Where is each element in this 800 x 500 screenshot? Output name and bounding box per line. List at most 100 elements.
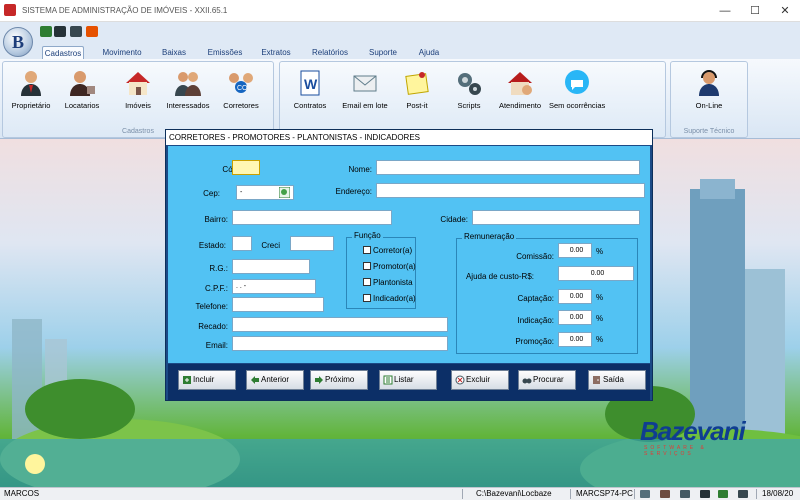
cpf-field[interactable]: . . - bbox=[232, 279, 316, 294]
indicacao-unit: % bbox=[596, 314, 604, 323]
indicacao-field[interactable]: 0.00 bbox=[558, 310, 592, 325]
plantonista-checkbox[interactable]: Plantonista bbox=[363, 278, 413, 287]
tools-icon[interactable] bbox=[680, 490, 690, 498]
sticky-note-icon bbox=[405, 72, 429, 95]
quick-cmd-icon[interactable] bbox=[54, 26, 66, 37]
printer-icon[interactable] bbox=[640, 490, 650, 498]
exit-door-icon bbox=[593, 376, 600, 384]
recado-field[interactable] bbox=[232, 317, 448, 332]
cidade-label: Cidade: bbox=[440, 215, 468, 224]
contratos-button[interactable]: W Contratos bbox=[282, 68, 338, 124]
tab-cadastros[interactable]: Cadastros bbox=[42, 46, 84, 59]
status-user: MARCOS bbox=[4, 489, 40, 498]
dialog-action-bar: Incluir Anterior Próximo Listar Excluir … bbox=[168, 364, 650, 400]
comissao-label: Comissão: bbox=[516, 252, 554, 261]
excel-icon[interactable] bbox=[718, 490, 728, 498]
funcao-legend: Função bbox=[352, 231, 383, 240]
close-button[interactable]: ✕ bbox=[772, 2, 798, 20]
brokers-group-icon: CO bbox=[229, 73, 253, 93]
cidade-field[interactable] bbox=[472, 210, 640, 225]
bairro-field[interactable] bbox=[232, 210, 392, 225]
corretores-button[interactable]: CO Corretores bbox=[213, 68, 269, 124]
delete-icon bbox=[455, 375, 465, 385]
captacao-field[interactable]: 0.00 bbox=[558, 289, 592, 304]
save-icon[interactable] bbox=[738, 490, 748, 498]
quick-power-icon[interactable] bbox=[86, 26, 98, 37]
on-line-button[interactable]: On-Line bbox=[681, 68, 737, 124]
post-it-button[interactable]: Post-it bbox=[389, 68, 445, 124]
atendimento-button[interactable]: Atendimento bbox=[492, 68, 548, 124]
app-menu-orb[interactable]: B bbox=[3, 27, 33, 57]
window-title: SISTEMA DE ADMINISTRAÇÃO DE IMÓVEIS - XX… bbox=[22, 6, 228, 15]
procurar-button[interactable]: Procurar bbox=[518, 370, 576, 390]
bazevani-logo: Bazevani SOFTWARE & SERVIÇOS bbox=[640, 416, 746, 457]
cmd-icon[interactable] bbox=[700, 490, 710, 498]
proprietario-button[interactable]: Proprietário bbox=[3, 68, 59, 124]
saida-button[interactable]: Saída bbox=[588, 370, 646, 390]
service-house-icon bbox=[508, 72, 532, 95]
tab-suporte[interactable]: Suporte bbox=[366, 46, 400, 59]
tenant-person-icon bbox=[70, 71, 95, 96]
endereco-field[interactable] bbox=[376, 183, 645, 198]
arrow-right-icon bbox=[315, 376, 323, 384]
tab-relatorios[interactable]: Relatórios bbox=[308, 46, 352, 59]
quick-save-icon[interactable] bbox=[70, 26, 82, 37]
incluir-button[interactable]: Incluir bbox=[178, 370, 236, 390]
email-field[interactable] bbox=[232, 336, 448, 351]
arrow-left-icon bbox=[251, 376, 259, 384]
email-em-lote-button[interactable]: Email em lote bbox=[337, 68, 393, 124]
owner-person-icon bbox=[21, 71, 41, 96]
captacao-label: Captação: bbox=[517, 294, 554, 303]
comissao-unit: % bbox=[596, 247, 604, 256]
maximize-button[interactable]: ☐ bbox=[742, 2, 768, 20]
tab-extratos[interactable]: Extratos bbox=[258, 46, 294, 59]
calculator-icon[interactable] bbox=[660, 490, 670, 498]
anterior-button[interactable]: Anterior bbox=[246, 370, 304, 390]
bazevani-tagline: SOFTWARE & SERVIÇOS bbox=[644, 445, 707, 457]
bazevani-logo-icon: B bbox=[12, 32, 25, 52]
app-icon bbox=[4, 4, 16, 16]
envelope-icon bbox=[353, 75, 377, 92]
bairro-label: Bairro: bbox=[204, 215, 228, 224]
endereco-label: Endereço: bbox=[335, 187, 372, 196]
creci-field[interactable] bbox=[290, 236, 334, 251]
interessados-button[interactable]: Interessados bbox=[160, 68, 216, 124]
listar-button[interactable]: Listar bbox=[379, 370, 437, 390]
status-date: 18/08/20 bbox=[762, 489, 794, 498]
status-machine: MARCSP74-PC bbox=[576, 489, 633, 498]
cpf-label: C.P.F.: bbox=[205, 284, 228, 293]
proximo-button[interactable]: Próximo bbox=[310, 370, 368, 390]
telefone-field[interactable] bbox=[232, 297, 324, 312]
promocao-unit: % bbox=[596, 335, 604, 344]
estado-field[interactable] bbox=[232, 236, 252, 251]
comissao-field[interactable]: 0.00 bbox=[558, 243, 592, 258]
corretor-checkbox[interactable]: Corretor(a) bbox=[363, 246, 412, 255]
creci-label: Creci bbox=[261, 241, 280, 250]
sem-ocorrencias-button[interactable]: Sem ocorrências bbox=[549, 68, 605, 124]
tab-movimento[interactable]: Movimento bbox=[100, 46, 144, 59]
search-binoculars-icon bbox=[522, 378, 532, 384]
quick-check-icon[interactable] bbox=[40, 26, 52, 37]
promocao-field[interactable]: 0.00 bbox=[558, 332, 592, 347]
indicador-checkbox[interactable]: Indicador(a) bbox=[363, 294, 416, 303]
status-separator bbox=[634, 489, 635, 499]
scripts-button[interactable]: Scripts bbox=[441, 68, 497, 124]
cep-lookup-icon[interactable] bbox=[279, 187, 290, 198]
locatarios-button[interactable]: Locatarios bbox=[54, 68, 110, 124]
excluir-button[interactable]: Excluir bbox=[451, 370, 509, 390]
telefone-label: Telefone: bbox=[195, 302, 228, 311]
ajuda-field[interactable]: 0.00 bbox=[558, 266, 634, 281]
corretores-dialog: CORRETORES - PROMOTORES - PLANTONISTAS -… bbox=[165, 129, 653, 401]
tab-emissoes[interactable]: Emissões bbox=[205, 46, 245, 59]
tab-ajuda[interactable]: Ajuda bbox=[414, 46, 444, 59]
interested-people-icon bbox=[175, 72, 201, 96]
codigo-field[interactable] bbox=[232, 160, 260, 175]
cep-label: Cep: bbox=[203, 189, 220, 198]
imoveis-button[interactable]: Imóveis bbox=[110, 68, 166, 124]
promotor-checkbox[interactable]: Promotor(a) bbox=[363, 262, 416, 271]
title-bar: SISTEMA DE ADMINISTRAÇÃO DE IMÓVEIS - XX… bbox=[0, 0, 800, 22]
minimize-button[interactable]: — bbox=[712, 2, 738, 20]
nome-field[interactable] bbox=[376, 160, 640, 175]
rg-field[interactable] bbox=[232, 259, 310, 274]
tab-baixas[interactable]: Baixas bbox=[158, 46, 190, 59]
